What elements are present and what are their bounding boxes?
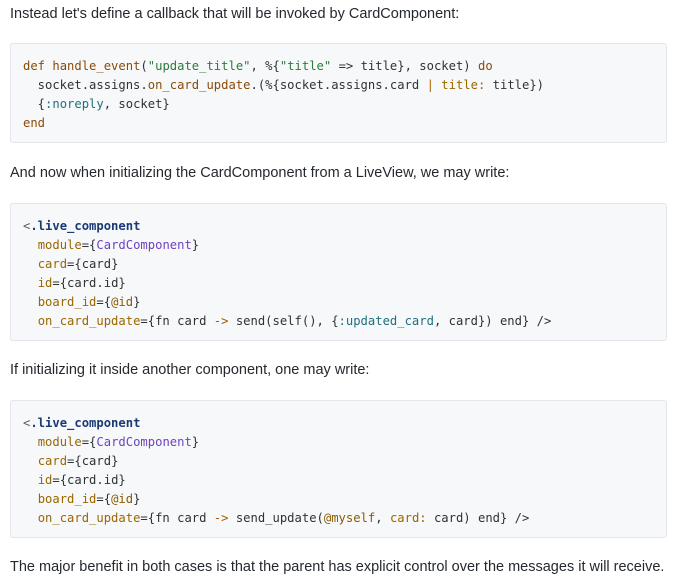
code-token: ={card}	[67, 454, 119, 468]
code-token: (	[140, 59, 148, 73]
code-line: on_card_update={fn card -> send(self(), …	[23, 312, 666, 331]
code-token: , %{	[250, 59, 280, 73]
code-token: send(self(), {	[228, 314, 339, 328]
code-token: on_card_update	[37, 511, 141, 525]
code-token: .(%{socket.assigns.card	[250, 78, 427, 92]
code-token: "update_title"	[147, 59, 251, 73]
paragraph-component-intro: If initializing it inside another compon…	[10, 362, 370, 378]
code-line: <.live_component	[23, 414, 666, 433]
code-line: on_card_update={fn card -> send_update(@…	[23, 509, 666, 528]
code-token: }	[133, 295, 141, 309]
code-token: socket.assigns.	[23, 78, 148, 92]
code-token: @id	[111, 295, 134, 309]
code-token: }	[191, 435, 200, 449]
code-token: ={	[81, 238, 97, 252]
code-token: ={card.id}	[52, 276, 126, 290]
paragraph-liveview-intro: And now when initializing the CardCompon…	[10, 165, 510, 181]
code-token: send_update(	[228, 511, 324, 525]
code-line: id={card.id}	[23, 274, 666, 293]
code-token: module	[37, 238, 82, 252]
code-token: title:	[441, 78, 486, 92]
code-token: handle_event	[52, 59, 141, 73]
code-line: card={card}	[23, 452, 666, 471]
code-line: end	[23, 114, 666, 133]
code-token: CardComponent	[96, 238, 192, 252]
code-token: , card}) end} />	[433, 314, 552, 328]
code-token: card:	[389, 511, 427, 525]
code-token: ,	[375, 511, 390, 525]
code-token: title})	[485, 78, 545, 92]
code-token: def	[23, 59, 46, 73]
code-token: .live_component	[30, 219, 141, 233]
code-token: ->	[213, 314, 229, 328]
code-token: ={	[96, 295, 112, 309]
code-token: |	[426, 78, 434, 92]
code-token: }	[133, 492, 141, 506]
code-line: card={card}	[23, 255, 666, 274]
code-token: :noreply	[45, 97, 104, 111]
code-line: module={CardComponent}	[23, 433, 666, 452]
code-token: ={fn card	[140, 511, 214, 525]
code-line: module={CardComponent}	[23, 236, 666, 255]
code-block-nested-component: <.live_component module={CardComponent} …	[10, 400, 667, 538]
code-token: module	[37, 435, 82, 449]
code-line: {:noreply, socket}	[23, 95, 666, 114]
code-token: {	[23, 97, 46, 111]
code-token: .live_component	[30, 416, 141, 430]
code-token: ={fn card	[140, 314, 214, 328]
code-block-liveview-component: <.live_component module={CardComponent} …	[10, 203, 667, 341]
code-token: ={card}	[67, 257, 119, 271]
code-token: }	[191, 238, 200, 252]
code-token: @myself	[323, 511, 376, 525]
code-token: board_id	[37, 295, 97, 309]
code-token: card	[37, 257, 68, 271]
code-token: ={	[96, 492, 112, 506]
code-token: id	[37, 276, 53, 290]
code-token: card	[37, 454, 68, 468]
code-token: do	[477, 59, 493, 73]
code-token: CardComponent	[96, 435, 192, 449]
code-line: id={card.id}	[23, 471, 666, 490]
code-token: ={	[81, 435, 97, 449]
code-token: on_card_update	[37, 314, 141, 328]
code-token: "title"	[279, 59, 332, 73]
code-token: end	[23, 116, 46, 130]
paragraph-callback-intro: Instead let's define a callback that wil…	[10, 6, 460, 22]
code-token: id	[37, 473, 53, 487]
code-line: def handle_event("update_title", %{"titl…	[23, 57, 666, 76]
code-token: board_id	[37, 492, 97, 506]
code-token: ={card.id}	[52, 473, 126, 487]
code-token: on_card_update	[147, 78, 251, 92]
code-line: board_id={@id}	[23, 490, 666, 509]
code-token: => title}, socket)	[331, 59, 478, 73]
code-line: socket.assigns.on_card_update.(%{socket.…	[23, 76, 666, 95]
code-line: board_id={@id}	[23, 293, 666, 312]
code-token: ->	[213, 511, 229, 525]
code-block-handle-event: def handle_event("update_title", %{"titl…	[10, 43, 667, 143]
paragraph-benefit-summary: The major benefit in both cases is that …	[10, 559, 665, 575]
code-token: @id	[111, 492, 134, 506]
code-token: :updated_card	[338, 314, 434, 328]
code-line: <.live_component	[23, 217, 666, 236]
code-token: , socket}	[103, 97, 170, 111]
code-token: card) end} />	[426, 511, 530, 525]
